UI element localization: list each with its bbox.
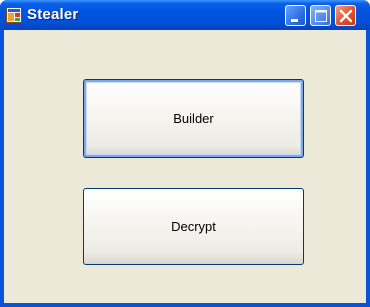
maximize-icon — [315, 10, 327, 22]
title-bar[interactable]: Stealer — [0, 0, 370, 30]
minimize-button[interactable] — [285, 5, 306, 26]
decrypt-button-label: Decrypt — [171, 219, 216, 234]
builder-button-label: Builder — [173, 111, 214, 126]
minimize-icon — [291, 19, 298, 22]
app-window-icon — [6, 7, 22, 23]
builder-button[interactable]: Builder — [83, 79, 304, 158]
client-area: Builder Decrypt — [4, 30, 366, 303]
decrypt-button[interactable]: Decrypt — [83, 188, 304, 265]
app-window: Stealer Builder Decrypt — [0, 0, 370, 307]
close-icon — [339, 9, 353, 23]
window-title: Stealer — [27, 6, 79, 23]
maximize-button[interactable] — [310, 5, 331, 26]
close-button[interactable] — [335, 5, 356, 26]
